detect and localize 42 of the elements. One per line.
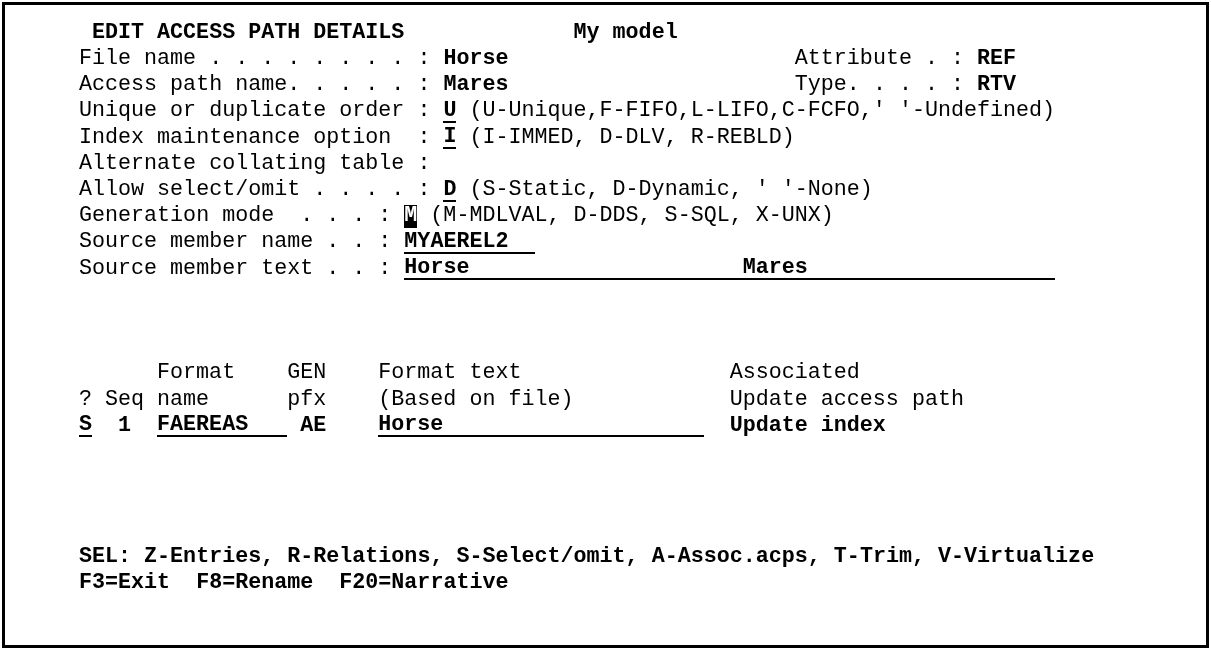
input-field[interactable]: Horse — [378, 414, 704, 438]
field-hint: (I-IMMED, D-DLV, R-REBLD) — [469, 123, 795, 152]
field-label: Attribute . : — [794, 45, 964, 73]
field-value: REF — [977, 45, 1017, 73]
input-field[interactable]: MYAEREL2 — [404, 231, 535, 255]
table-cell-text: Update index — [729, 411, 886, 440]
field-label: Unique or duplicate order : — [79, 97, 431, 126]
field-hint: (S-Static, D-Dynamic, ' '-None) — [469, 175, 873, 204]
function-key-label: F8=Rename — [196, 568, 314, 597]
column-heading: ? — [79, 386, 92, 413]
input-field[interactable]: U — [443, 100, 457, 124]
field-label: Allow select/omit . . . . : — [79, 175, 431, 204]
input-field[interactable]: M — [404, 204, 418, 228]
field-label: Source member text . . : — [79, 254, 392, 283]
field-label: Access path name. . . . . : — [79, 71, 431, 100]
input-field[interactable]: D — [443, 178, 457, 202]
field-label: File name . . . . . . . . : — [79, 45, 431, 73]
column-heading: Associated Update access path — [729, 360, 964, 413]
column-heading: Format name — [157, 360, 236, 413]
field-label: Type. . . . : — [794, 71, 964, 100]
field-value: Mares — [443, 71, 509, 100]
input-field[interactable]: S — [79, 414, 92, 438]
screen-title: EDIT ACCESS PATH DETAILS — [92, 18, 405, 47]
table-cell-text: 1 — [118, 411, 132, 440]
field-hint: (U-Unique,F-FIFO,L-LIFO,C-FCFO,' '-Undefined) — [469, 97, 1056, 126]
function-key-label: F3=Exit — [79, 568, 171, 597]
field-label: Alternate collating table : — [79, 149, 431, 178]
field-label: Source member name . . : — [79, 228, 392, 257]
field-label: Generation mode . . . : — [79, 202, 392, 231]
column-heading: Format text (Based on file) — [378, 360, 574, 413]
column-heading: GEN pfx — [287, 360, 327, 413]
input-field[interactable]: I — [443, 126, 457, 150]
field-label: Index maintenance option : — [79, 123, 431, 152]
function-key-label: F20=Narrative — [339, 568, 509, 597]
table-cell-text: AE — [300, 411, 327, 440]
model-name: My model — [573, 18, 678, 47]
field-value: Horse — [443, 45, 509, 73]
field-hint: (M-MDLVAL, D-DDS, S-SQL, X-UNX) — [430, 202, 834, 231]
input-field[interactable]: FAEREAS — [157, 414, 288, 438]
field-value: RTV — [977, 71, 1017, 100]
input-field[interactable]: Horse Mares — [404, 257, 1056, 281]
column-heading: Seq — [105, 386, 145, 413]
